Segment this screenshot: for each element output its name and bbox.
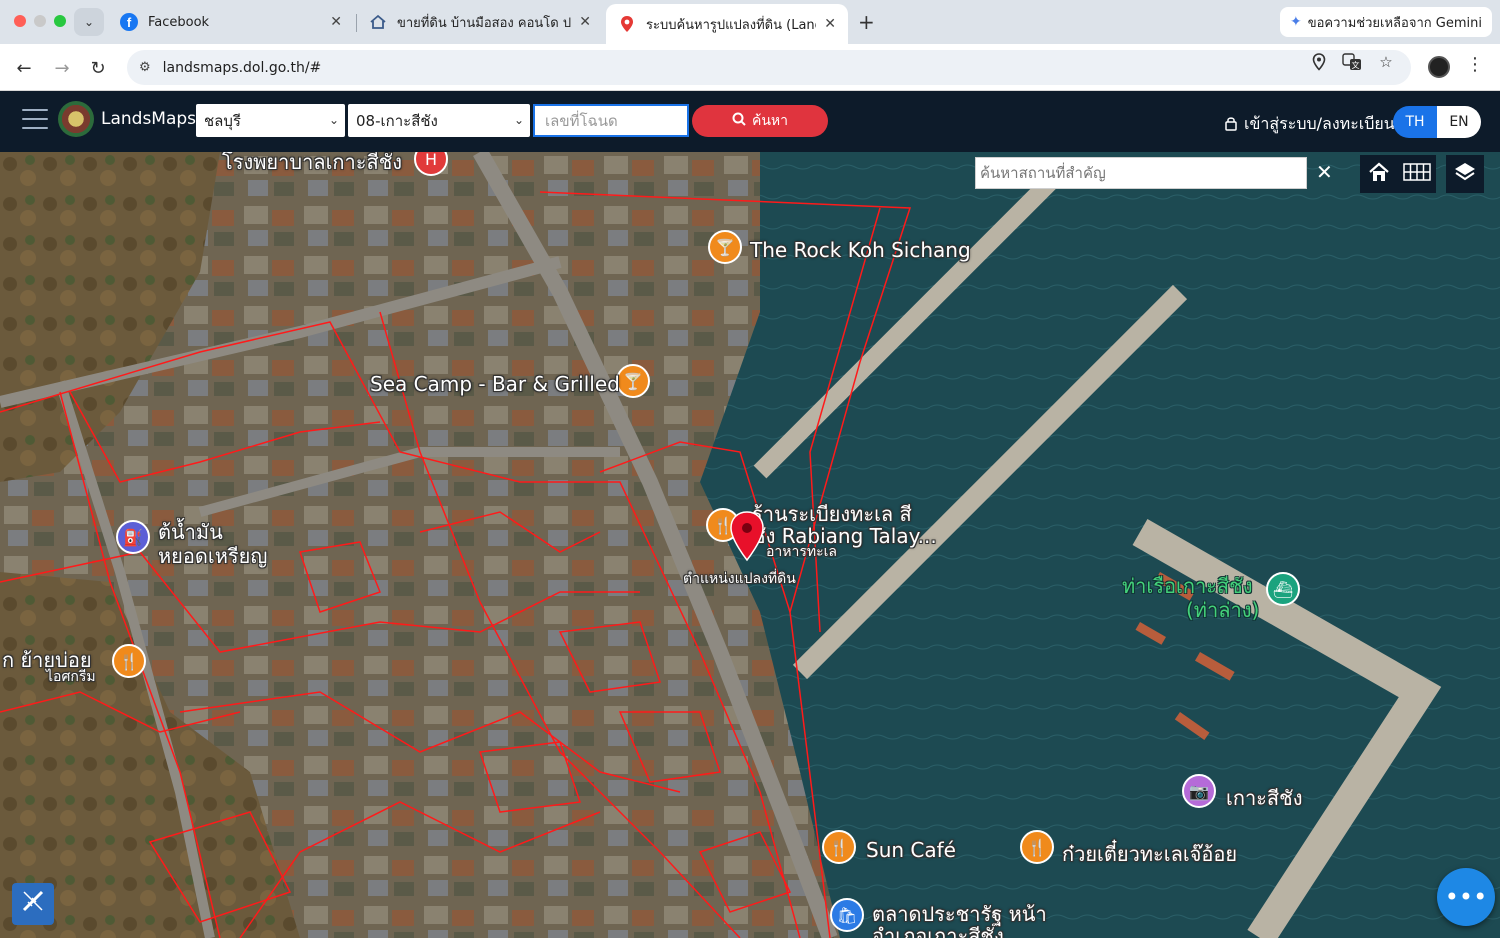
label-hospital: โรงพยาบาลเกาะสีชัง <box>222 152 403 174</box>
gemini-sparkle-icon: ✦ <box>1290 14 1302 30</box>
district-select[interactable]: 08-เกาะสีชัง ⌄ <box>348 104 530 137</box>
grid-icon <box>1403 162 1431 186</box>
label-the-rock: The Rock Koh Sichang <box>750 238 971 262</box>
label-fuel-sub: หยอดเหรียญ <box>158 544 268 568</box>
label-rabiang-sub: อาหารทะเล <box>766 544 837 560</box>
measure-tool-button[interactable] <box>12 883 54 925</box>
layers-icon <box>1454 161 1476 188</box>
chevron-down-icon: ⌄ <box>83 15 95 29</box>
label-market-sub: อำเภอเกาะสีชัง <box>872 924 1004 938</box>
app-header: LandsMaps ชลบุรี ⌄ 08-เกาะสีชัง ⌄ เลขที่… <box>0 91 1500 152</box>
login-link[interactable]: เข้าสู่ระบบ/ลงทะเบียน <box>1224 112 1395 137</box>
gemini-label: ขอความช่วยเหลือจาก Gemini <box>1307 15 1482 31</box>
market-poi-icon[interactable]: 🛍 <box>830 898 864 932</box>
province-select[interactable]: ชลบุรี ⌄ <box>196 104 345 137</box>
home-button[interactable] <box>1360 155 1398 193</box>
clear-search-icon[interactable]: ✕ <box>1316 160 1333 184</box>
browser-toolbar: ← → ↻ ⚙ landsmaps.dol.go.th/# 文 ☆ ⋮ <box>0 44 1500 91</box>
restaurant-poi-icon[interactable]: 🍴 <box>1020 830 1054 864</box>
home-icon <box>1368 161 1390 188</box>
tab-title: Facebook <box>148 14 210 30</box>
measure-tool-icon <box>20 888 46 920</box>
address-bar[interactable]: ⚙ landsmaps.dol.go.th/# <box>127 50 1411 85</box>
province-value: ชลบุรี <box>204 111 241 130</box>
login-label: เข้าสู่ระบบ/ลงทะเบียน <box>1244 114 1395 133</box>
house-icon <box>369 13 387 31</box>
lang-th-button[interactable]: TH <box>1393 106 1437 138</box>
maximize-window-button[interactable] <box>54 15 66 27</box>
place-search-input[interactable]: ค้นหาสถานที่สำคัญ <box>975 157 1307 189</box>
close-tab-icon[interactable]: ✕ <box>824 16 836 32</box>
back-button[interactable]: ← <box>12 56 36 80</box>
brand-name: LandsMaps <box>101 109 197 129</box>
site-info-icon[interactable]: ⚙ <box>139 60 151 75</box>
camera-poi-icon[interactable]: 📷 <box>1182 774 1216 808</box>
location-icon[interactable] <box>1309 52 1329 72</box>
ferry-poi-icon[interactable]: ⛴ <box>1266 572 1300 606</box>
search-button[interactable]: ค้นหา <box>692 105 828 137</box>
tab-search-button[interactable]: ⌄ <box>74 8 104 36</box>
label-koh-sichang: เกาะสีชัง <box>1226 786 1303 810</box>
facebook-icon: f <box>120 13 138 31</box>
more-options-button[interactable]: ••• <box>1437 868 1495 926</box>
deed-number-input[interactable]: เลขที่โฉนด <box>533 104 689 137</box>
search-icon <box>732 112 746 130</box>
grid-button[interactable] <box>1398 155 1436 193</box>
more-icon: ••• <box>1444 883 1488 911</box>
place-search-placeholder: ค้นหาสถานที่สำคัญ <box>980 164 1106 182</box>
reload-icon: ↻ <box>90 57 106 79</box>
gemini-button[interactable]: ✦ ขอความช่วยเหลือจาก Gemini <box>1280 7 1492 37</box>
dol-seal-logo <box>58 101 94 137</box>
fuel-poi-icon[interactable]: ⛽ <box>116 520 150 554</box>
url-text: landsmaps.dol.go.th/# <box>162 59 322 76</box>
label-pier-sub: (ท่าล่าง) <box>1186 598 1260 622</box>
chevron-down-icon: ⌄ <box>513 113 524 127</box>
bar-poi-icon[interactable]: 🍸 <box>708 230 742 264</box>
label-sea-camp: Sea Camp - Bar & Grilled <box>370 372 620 396</box>
profile-avatar[interactable] <box>1428 56 1450 78</box>
tab-landsmaps[interactable]: ระบบค้นหารูปแปลงที่ดิน (LandsMaps) ✕ <box>606 4 848 44</box>
bookmark-star-icon[interactable]: ☆ <box>1376 52 1396 72</box>
minimize-window-button[interactable] <box>34 15 46 27</box>
close-window-button[interactable] <box>14 15 26 27</box>
map-canvas[interactable]: H โรงพยาบาลเกาะสีชัง 🍸 The Rock Koh Sich… <box>0 152 1500 938</box>
translate-icon[interactable]: 文 <box>1342 52 1362 72</box>
deed-placeholder: เลขที่โฉนด <box>545 111 618 130</box>
label-icecream-sub: ไอศกรีม <box>46 669 96 685</box>
lang-en-button[interactable]: EN <box>1437 106 1481 138</box>
parcel-location-pin-icon[interactable] <box>728 510 766 568</box>
tab-facebook[interactable]: f Facebook ✕ <box>108 6 354 38</box>
tab-title: ระบบค้นหารูปแปลงที่ดิน (LandsMaps) <box>646 17 816 33</box>
close-tab-icon[interactable]: ✕ <box>579 14 591 30</box>
arrow-right-icon: → <box>54 57 70 79</box>
close-tab-icon[interactable]: ✕ <box>330 14 342 30</box>
new-tab-button[interactable]: + <box>858 10 875 34</box>
svg-text:文: 文 <box>1352 60 1360 70</box>
browser-menu-icon[interactable]: ⋮ <box>1466 54 1484 75</box>
map-pin-icon <box>618 15 636 33</box>
bar-poi-icon[interactable]: 🍸 <box>616 364 650 398</box>
tab-property-listing[interactable]: ขายที่ดิน บ้านมือสอง คอนโด ประกาศ ✕ <box>357 6 603 38</box>
label-parcel-location: ตำแหน่งแปลงที่ดิน <box>683 571 796 587</box>
svg-text:f: f <box>127 15 132 30</box>
lock-icon <box>1224 115 1238 135</box>
layers-button[interactable] <box>1446 155 1484 193</box>
label-sun-cafe: Sun Café <box>866 838 956 862</box>
restaurant-poi-icon[interactable]: 🍴 <box>112 644 146 678</box>
tab-title: ขายที่ดิน บ้านมือสอง คอนโด ประกาศ <box>397 15 572 31</box>
reload-button[interactable]: ↻ <box>86 56 110 80</box>
browser-tab-bar: ⌄ f Facebook ✕ ขายที่ดิน บ้านมือสอง คอนโ… <box>0 0 1500 44</box>
restaurant-poi-icon[interactable]: 🍴 <box>822 830 856 864</box>
arrow-left-icon: ← <box>16 57 32 79</box>
label-noodle: ก๋วยเตี๋ยวทะเลเจ๊อ้อย <box>1062 842 1238 866</box>
chevron-down-icon: ⌄ <box>328 113 339 127</box>
forward-button[interactable]: → <box>50 56 74 80</box>
district-value: 08-เกาะสีชัง <box>356 111 438 130</box>
hamburger-menu-icon[interactable] <box>22 109 48 133</box>
search-label: ค้นหา <box>751 113 789 129</box>
